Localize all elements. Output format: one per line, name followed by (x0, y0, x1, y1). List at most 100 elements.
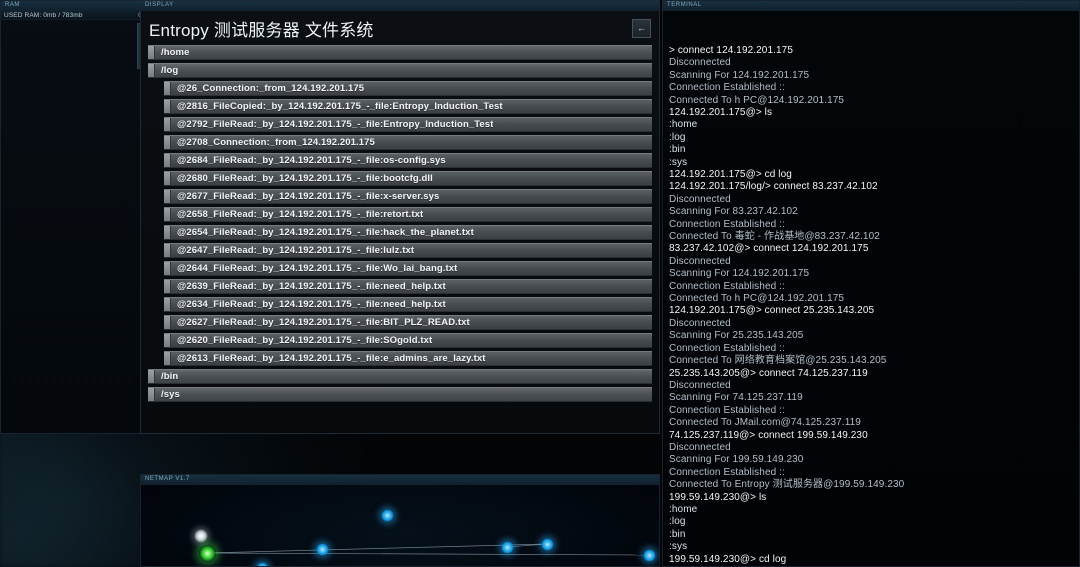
filesystem-row-label: @2816_FileCopied:_by_124.192.201.175_-_f… (177, 101, 503, 112)
terminal-line: :sys (669, 156, 688, 168)
filesystem-file-row[interactable]: @2634_FileRead:_by_124.192.201.175_-_fil… (164, 297, 652, 312)
terminal-line: Connected To h PC@124.192.201.175 (669, 293, 845, 305)
terminal-line: :home (669, 119, 698, 131)
netmap-link (206, 543, 548, 554)
terminal-line: 199.59.149.230@> ls (669, 491, 767, 503)
terminal-line: 199.59.149.230@> cd log (669, 553, 787, 565)
filesystem-directory-row[interactable]: /log (148, 63, 652, 78)
terminal-output[interactable]: > connect 124.192.201.175 Disconnected Sca… (663, 11, 1079, 566)
display-panel-title: DISPLAY (141, 1, 659, 11)
terminal-line: Scanning For 83.237.42.102 (669, 206, 798, 218)
terminal-line: :bin (669, 144, 686, 156)
terminal-line: Disconnected (669, 441, 731, 453)
filesystem-row-label: @2654_FileRead:_by_124.192.201.175_-_fil… (177, 227, 474, 238)
row-grip-icon (164, 82, 171, 95)
terminal-line: Connection Established :: (669, 466, 785, 478)
ram-usage-label: USED RAM: 0mb / 783mb (4, 12, 83, 19)
netmap-node-blue[interactable] (642, 548, 656, 562)
filesystem-file-row[interactable]: @2613_FileRead:_by_124.192.201.175_-_fil… (164, 351, 652, 366)
filesystem-row-label: @2639_FileRead:_by_124.192.201.175_-_fil… (177, 281, 446, 292)
ram-panel-title: RAM (1, 1, 145, 11)
netmap-canvas[interactable] (141, 485, 659, 566)
terminal-line: 124.192.201.175@> cd log (669, 169, 792, 180)
filesystem-file-row[interactable]: @26_Connection:_from_124.192.201.175 (164, 81, 652, 96)
terminal-line: Disconnected (669, 193, 731, 205)
terminal-line: 74.125.237.119@> connect 199.59.149.230 (669, 429, 868, 441)
ram-panel: RAM USED RAM: 0mb / 783mb 0 (0, 0, 146, 434)
row-grip-icon (164, 172, 171, 185)
row-grip-icon (164, 100, 171, 113)
filesystem-file-row[interactable]: @2647_FileRead:_by_124.192.201.175_-_fil… (164, 243, 652, 258)
row-grip-icon (148, 370, 155, 383)
filesystem-header: Entropy 测试服务器 文件系统 ← (148, 11, 652, 45)
terminal-line: 124.192.201.175@> ls (669, 106, 773, 118)
terminal-line: Connection Established :: (669, 342, 785, 354)
terminal-line: Disconnected (669, 317, 731, 329)
terminal-line: Scanning For 124.192.201.175 (669, 268, 810, 280)
filesystem-row-label: @2627_FileRead:_by_124.192.201.175_-_fil… (177, 317, 470, 328)
filesystem-file-row[interactable]: @2680_FileRead:_by_124.192.201.175_-_fil… (164, 171, 652, 186)
filesystem-file-row[interactable]: @2658_FileRead:_by_124.192.201.175_-_fil… (164, 207, 652, 222)
filesystem-row-label: /bin (161, 371, 179, 382)
filesystem-file-row[interactable]: @2644_FileRead:_by_124.192.201.175_-_fil… (164, 261, 652, 276)
ram-panel-body: USED RAM: 0mb / 783mb 0 (1, 11, 145, 433)
row-grip-icon (164, 280, 171, 293)
terminal-line: Disconnected (669, 379, 731, 391)
terminal-line: Connection Established :: (669, 82, 785, 94)
row-grip-icon (164, 208, 171, 221)
terminal-line: :sys (669, 541, 688, 553)
filesystem-row-label: /sys (161, 389, 180, 400)
terminal-line: Disconnected (669, 57, 731, 69)
row-grip-icon (164, 118, 171, 131)
terminal-line: 83.237.42.102@> connect 124.192.201.175 (669, 243, 869, 255)
row-grip-icon (164, 154, 171, 167)
terminal-line: Connected To 网络教育档案馆@25.235.143.205 (669, 355, 887, 367)
filesystem-file-row[interactable]: @2620_FileRead:_by_124.192.201.175_-_fil… (164, 333, 652, 348)
filesystem-file-row[interactable]: @2677_FileRead:_by_124.192.201.175_-_fil… (164, 189, 652, 204)
filesystem-file-row[interactable]: @2684_FileRead:_by_124.192.201.175_-_fil… (164, 153, 652, 168)
terminal-panel-title: TERMINAL (663, 1, 1079, 11)
filesystem-row-label: @2684_FileRead:_by_124.192.201.175_-_fil… (177, 155, 446, 166)
filesystem-file-row[interactable]: @2639_FileRead:_by_124.192.201.175_-_fil… (164, 279, 652, 294)
filesystem-directory-row[interactable]: /sys (148, 387, 652, 402)
netmap-panel: netMap v1.7 (140, 474, 660, 567)
terminal-line: 124.192.201.175/log/> connect 83.237.42.… (669, 181, 878, 193)
terminal-line: Connection Established :: (669, 218, 785, 230)
filesystem-row-label: /log (161, 65, 179, 76)
netmap-node-blue[interactable] (540, 537, 554, 551)
netmap-node-blue[interactable] (315, 542, 329, 556)
filesystem-row-label: @2620_FileRead:_by_124.192.201.175_-_fil… (177, 335, 433, 346)
terminal-line: :log (669, 516, 686, 528)
filesystem-file-row[interactable]: @2627_FileRead:_by_124.192.201.175_-_fil… (164, 315, 652, 330)
terminal-line: Connected To Entropy 测试服务器@199.59.149.23… (669, 479, 905, 491)
row-grip-icon (164, 298, 171, 311)
display-panel: DISPLAY Entropy 测试服务器 文件系统 ← /home/log @2… (140, 0, 660, 434)
filesystem-file-row[interactable]: @2708_Connection:_from_124.192.201.175 (164, 135, 652, 150)
netmap-node-green[interactable] (198, 544, 216, 562)
terminal-line: :bin (669, 528, 686, 540)
filesystem-row-label: @2792_FileRead:_by_124.192.201.175_-_fil… (177, 119, 494, 130)
row-grip-icon (164, 262, 171, 275)
terminal-line: Scanning For 25.235.143.205 (669, 330, 804, 342)
terminal-line: Scanning For 199.59.149.230 (669, 454, 804, 466)
display-panel-body: Entropy 测试服务器 文件系统 ← /home/log @26_Connec… (141, 11, 659, 433)
filesystem-file-row[interactable]: @2816_FileCopied:_by_124.192.201.175_-_f… (164, 99, 652, 114)
filesystem-row-label: @2634_FileRead:_by_124.192.201.175_-_fil… (177, 299, 446, 310)
terminal-line: Connected To JMail.com@74.125.237.119 (669, 417, 861, 429)
netmap-node-blue[interactable] (380, 508, 394, 522)
filesystem-directory-row[interactable]: /home (148, 45, 652, 60)
row-grip-icon (148, 64, 155, 77)
terminal-line: Connected To h PC@124.192.201.175 (669, 94, 845, 106)
collapse-button[interactable]: ← (632, 18, 651, 38)
terminal-line: Disconnected (669, 255, 731, 267)
netmap-node-blue[interactable] (500, 540, 514, 554)
filesystem-row-label: @2647_FileRead:_by_124.192.201.175_-_fil… (177, 245, 415, 256)
row-grip-icon (164, 226, 171, 239)
terminal-panel: TERMINAL > connect 124.192.201.175 Discon… (662, 0, 1080, 567)
filesystem-directory-row[interactable]: /bin (148, 369, 652, 384)
filesystem-file-row[interactable]: @2654_FileRead:_by_124.192.201.175_-_fil… (164, 225, 652, 240)
netmap-node-white[interactable] (194, 529, 208, 543)
row-grip-icon (164, 352, 171, 365)
netmap-links (206, 543, 650, 556)
filesystem-file-row[interactable]: @2792_FileRead:_by_124.192.201.175_-_fil… (164, 117, 652, 132)
